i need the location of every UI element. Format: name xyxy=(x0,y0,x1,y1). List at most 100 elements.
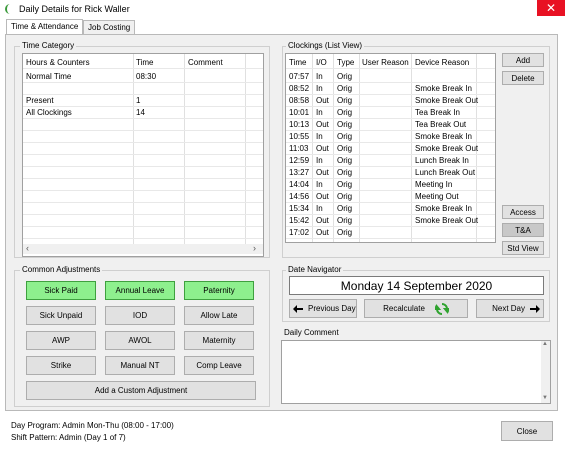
clocking-device-reason: Smoke Break Out xyxy=(415,144,479,153)
table-row-name: Present xyxy=(26,96,54,105)
clocking-type: Orig xyxy=(337,144,353,153)
column-header-time[interactable]: Time xyxy=(289,58,306,67)
table-row-name: Normal Time xyxy=(26,72,72,81)
clocking-time: 08:52 xyxy=(289,84,310,93)
column-header-hours[interactable]: Hours & Counters xyxy=(26,58,90,67)
sick-unpaid-button[interactable]: Sick Unpaid xyxy=(26,306,96,325)
comment-scrollbar[interactable]: ▲ ▼ xyxy=(541,341,550,403)
window-close-button[interactable]: ✕ xyxy=(537,0,565,16)
column-header-user-reason[interactable]: User Reason xyxy=(362,58,409,67)
clocking-io: In xyxy=(316,180,323,189)
clocking-time: 14:04 xyxy=(289,180,310,189)
maternity-button[interactable]: Maternity xyxy=(184,331,254,350)
close-button[interactable]: Close xyxy=(501,421,553,441)
paternity-button[interactable]: Paternity xyxy=(184,281,254,300)
clocking-io: In xyxy=(316,132,323,141)
clockings-table: Time I/O Type User Reason Device Reason … xyxy=(285,53,496,243)
clocking-time: 15:34 xyxy=(289,204,310,213)
iod-button[interactable]: IOD xyxy=(105,306,175,325)
clocking-device-reason: Smoke Break Out xyxy=(415,96,479,105)
column-header-device-reason[interactable]: Device Reason xyxy=(415,58,469,67)
next-day-label: Next Day xyxy=(492,304,525,313)
clocking-type: Orig xyxy=(337,192,353,201)
horizontal-scrollbar[interactable]: ‹ › xyxy=(23,243,263,254)
app-icon xyxy=(5,4,10,14)
access-button[interactable]: Access xyxy=(502,205,544,219)
clocking-io: Out xyxy=(316,168,329,177)
clocking-type: Orig xyxy=(337,84,353,93)
clocking-io: Out xyxy=(316,144,329,153)
manual-nt-button[interactable]: Manual NT xyxy=(105,356,175,375)
clocking-type: Orig xyxy=(337,72,353,81)
scroll-right-icon[interactable]: › xyxy=(253,243,256,253)
scroll-left-icon[interactable]: ‹ xyxy=(26,243,29,253)
clocking-device-reason: Smoke Break In xyxy=(415,204,472,213)
table-row-time: 08:30 xyxy=(136,72,157,81)
ta-button[interactable]: T&A xyxy=(502,223,544,237)
date-navigator-title: Date Navigator xyxy=(286,265,344,274)
strike-button[interactable]: Strike xyxy=(26,356,96,375)
clockings-title: Clockings (List View) xyxy=(286,41,365,50)
scroll-down-icon[interactable]: ▼ xyxy=(542,395,548,401)
awp-button[interactable]: AWP xyxy=(26,331,96,350)
add-custom-adjustment-button[interactable]: Add a Custom Adjustment xyxy=(26,381,256,400)
daily-comment-textarea[interactable] xyxy=(281,340,551,404)
common-adjustments-title: Common Adjustments xyxy=(20,265,103,274)
column-header-io[interactable]: I/O xyxy=(316,58,327,67)
clocking-type: Orig xyxy=(337,216,353,225)
comp-leave-button[interactable]: Comp Leave xyxy=(184,356,254,375)
next-day-button[interactable]: Next Day xyxy=(476,299,544,318)
scroll-up-icon[interactable]: ▲ xyxy=(542,341,548,347)
arrow-left-icon xyxy=(293,304,303,313)
column-header-type[interactable]: Type xyxy=(337,58,354,67)
previous-day-label: Previous Day xyxy=(308,304,356,313)
clocking-time: 10:55 xyxy=(289,132,310,141)
clocking-io: In xyxy=(316,204,323,213)
add-button[interactable]: Add xyxy=(502,53,544,67)
time-category-table: Hours & Counters Time Comment Normal Tim… xyxy=(22,53,264,257)
current-date-display: Monday 14 September 2020 xyxy=(289,276,544,295)
column-header-time[interactable]: Time xyxy=(136,58,153,67)
clocking-time: 13:27 xyxy=(289,168,310,177)
clocking-type: Orig xyxy=(337,120,353,129)
clocking-time: 08:58 xyxy=(289,96,310,105)
clocking-device-reason: Smoke Break In xyxy=(415,84,472,93)
clocking-io: Out xyxy=(316,216,329,225)
clocking-device-reason: Lunch Break In xyxy=(415,156,469,165)
clocking-io: In xyxy=(316,108,323,117)
tab-job-costing[interactable]: Job Costing xyxy=(83,20,136,35)
title-bar: Daily Details for Rick Waller ✕ xyxy=(0,0,566,18)
clocking-device-reason: Smoke Break Out xyxy=(415,216,479,225)
delete-button[interactable]: Delete xyxy=(502,71,544,85)
recalculate-label: Recalculate xyxy=(383,304,425,313)
recalculate-button[interactable]: Recalculate xyxy=(364,299,468,318)
clocking-time: 17:02 xyxy=(289,228,310,237)
clocking-device-reason: Tea Break In xyxy=(415,108,460,117)
tab-time-attendance[interactable]: Time & Attendance xyxy=(6,19,84,35)
clocking-type: Orig xyxy=(337,228,353,237)
clocking-io: In xyxy=(316,156,323,165)
annual-leave-button[interactable]: Annual Leave xyxy=(105,281,175,300)
table-row-name: All Clockings xyxy=(26,108,72,117)
clocking-time: 10:01 xyxy=(289,108,310,117)
clocking-io: Out xyxy=(316,96,329,105)
daily-comment-title: Daily Comment xyxy=(284,328,339,337)
day-program-text: Day Program: Admin Mon-Thu (08:00 - 17:0… xyxy=(11,421,174,430)
table-row-time: 1 xyxy=(136,96,141,105)
clocking-time: 11:03 xyxy=(289,144,309,153)
sick-paid-button[interactable]: Sick Paid xyxy=(26,281,96,300)
window-title: Daily Details for Rick Waller xyxy=(19,4,130,14)
clocking-io: In xyxy=(316,84,323,93)
time-category-title: Time Category xyxy=(20,41,77,50)
clocking-io: Out xyxy=(316,120,329,129)
std-view-button[interactable]: Std View xyxy=(502,241,544,255)
clocking-time: 15:42 xyxy=(289,216,310,225)
awol-button[interactable]: AWOL xyxy=(105,331,175,350)
close-icon: ✕ xyxy=(545,1,557,15)
table-row-time: 14 xyxy=(136,108,145,117)
allow-late-button[interactable]: Allow Late xyxy=(184,306,254,325)
column-header-comment[interactable]: Comment xyxy=(188,58,223,67)
previous-day-button[interactable]: Previous Day xyxy=(289,299,357,318)
clocking-time: 12:59 xyxy=(289,156,310,165)
clocking-time: 07:57 xyxy=(289,72,310,81)
